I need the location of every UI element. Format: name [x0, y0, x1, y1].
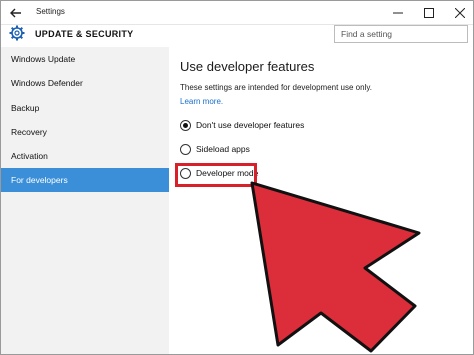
radio-dot [183, 123, 188, 128]
window-title: Settings [36, 7, 65, 16]
sidebar-item-windows-defender[interactable]: Windows Defender [1, 71, 169, 95]
radio-label: Don't use developer features [196, 120, 305, 130]
highlight-box [175, 163, 257, 187]
sidebar-item-activation[interactable]: Activation [1, 144, 169, 168]
radio-label: Sideload apps [196, 144, 250, 154]
sidebar-item-label: Recovery [11, 127, 47, 137]
search-input[interactable]: Find a setting [334, 25, 468, 43]
learn-more-link[interactable]: Learn more. [180, 97, 223, 106]
sidebar-item-label: Backup [11, 103, 40, 113]
sidebar-item-recovery[interactable]: Recovery [1, 120, 169, 144]
gear-icon [9, 25, 25, 41]
main-panel: Use developer features These settings ar… [169, 47, 473, 354]
radio-button[interactable] [180, 144, 191, 155]
sidebar-item-windows-update[interactable]: Windows Update [1, 47, 169, 71]
sidebar-item-label: For developers [11, 175, 68, 185]
sidebar: Windows Update Windows Defender Backup R… [1, 47, 169, 354]
sidebar-item-label: Windows Update [11, 54, 76, 64]
page-description: These settings are intended for developm… [180, 83, 372, 92]
search-placeholder: Find a setting [341, 29, 393, 39]
title-bar: Settings [1, 1, 473, 25]
sidebar-item-for-developers[interactable]: For developers [1, 168, 169, 192]
maximize-icon[interactable] [414, 1, 444, 25]
sidebar-item-label: Windows Defender [11, 78, 83, 88]
sidebar-item-label: Activation [11, 151, 48, 161]
page-title: Use developer features [180, 59, 315, 74]
settings-window: Settings UPDATE & SECURITY Find a settin… [0, 0, 474, 355]
minimize-icon[interactable] [383, 1, 413, 25]
back-arrow-icon[interactable] [7, 4, 25, 22]
section-title: UPDATE & SECURITY [35, 29, 134, 39]
sidebar-item-backup[interactable]: Backup [1, 96, 169, 120]
close-icon[interactable] [445, 1, 473, 25]
radio-button-selected[interactable] [180, 120, 191, 131]
